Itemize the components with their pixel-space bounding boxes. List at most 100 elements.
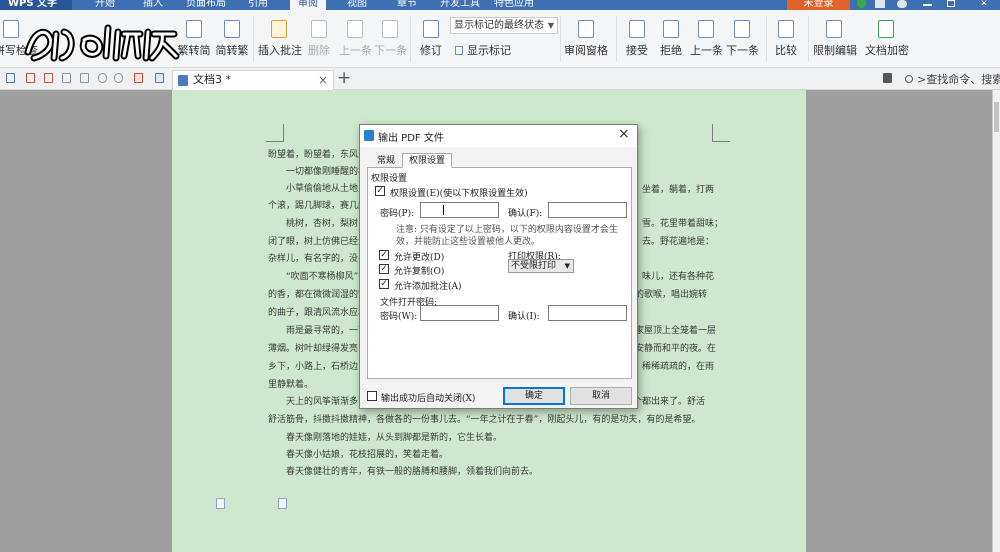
dialog-titlebar[interactable]: 输出 PDF 文件 × <box>360 125 637 147</box>
password-label: 密码(P): <box>380 209 415 219</box>
document-paragraph: 闭了眼，树上仿佛已经满 <box>268 237 368 247</box>
document-paragraph: 春天像健壮的青年，有铁一般的胳膊和腰脚，领着我们向前去。 <box>286 467 539 477</box>
document-paragraph: 小草偷偷地从土地里 <box>286 184 368 194</box>
insert-comment-button[interactable]: 插入批注 <box>258 10 302 66</box>
open-confirm-input[interactable] <box>548 305 627 321</box>
command-search[interactable]: >查找命令、搜索... <box>905 71 1000 87</box>
compare-button[interactable]: 比较 <box>771 10 801 66</box>
doc-encrypt-button[interactable]: 文档加密 <box>865 10 909 66</box>
menu-item-developer[interactable]: 开发工具 <box>440 0 480 9</box>
simp-to-trad-button[interactable]: 简转繁 <box>214 10 250 66</box>
menu-item-layout[interactable]: 页面布局 <box>186 0 226 9</box>
allow-copy-checkbox[interactable]: ✓ <box>379 264 389 274</box>
margin-corner-top-right <box>712 124 730 142</box>
minimize-panel-icon[interactable] <box>883 73 892 83</box>
accept-button[interactable]: 接受 <box>622 10 652 66</box>
ribbon-separator <box>616 16 617 62</box>
page-options-icon[interactable] <box>216 498 225 509</box>
menu-item-insert[interactable]: 插入 <box>143 0 163 9</box>
delete-comment-icon <box>311 20 327 38</box>
open-confirm-label: 确认(I): <box>508 312 540 322</box>
next-change-button[interactable]: 下一条 <box>726 10 759 66</box>
skin-icon[interactable] <box>875 0 885 8</box>
restore-icon[interactable] <box>947 0 955 7</box>
document-paragraph: “吹面不寒杨柳风” <box>286 272 359 282</box>
menu-item-review[interactable]: 审阅 <box>290 0 326 10</box>
document-paragraph: 杂样儿，有名字的，没名 <box>268 254 368 264</box>
document-icon <box>178 75 188 86</box>
new-tab-button[interactable]: + <box>337 68 351 88</box>
password-input[interactable] <box>420 202 499 218</box>
cloud-icon[interactable] <box>155 73 164 83</box>
watermark-logo-graphic <box>24 24 180 62</box>
revise-button[interactable]: 修订 <box>416 10 446 66</box>
export-pdf-dialog: 输出 PDF 文件 × 常规 权限设置 权限设置 ✓ 权限设置(E)(使以下权限… <box>359 124 638 409</box>
menu-item-references[interactable]: 引用 <box>248 0 268 9</box>
confirm-password-input[interactable] <box>548 202 627 218</box>
prev-comment-button[interactable]: 上一条 <box>339 10 372 66</box>
menu-item-chapter[interactable]: 章节 <box>397 0 417 9</box>
cancel-button[interactable]: 取消 <box>570 387 632 405</box>
menu-item-view[interactable]: 视图 <box>347 0 367 9</box>
dialog-close-icon[interactable]: × <box>618 126 630 142</box>
show-markup-button[interactable]: 显示标记 <box>455 42 511 58</box>
allow-annotate-label: 允许添加批注(A) <box>394 282 462 292</box>
print-permission-select[interactable]: 不受限打印 ▼ <box>508 259 574 273</box>
ribbon-separator <box>560 16 561 62</box>
delete-comment-button[interactable]: 删除 <box>303 10 335 66</box>
spell-check-icon <box>3 20 19 38</box>
margin-corner-top-left <box>266 124 284 142</box>
shield-icon[interactable] <box>857 0 866 8</box>
prev-change-button[interactable]: 上一条 <box>690 10 723 66</box>
close-tab-icon[interactable]: × <box>318 71 328 89</box>
prev-comment-icon <box>347 20 363 38</box>
export-pdf-icon[interactable] <box>44 73 53 83</box>
reject-icon <box>663 20 679 38</box>
scrollbar-thumb[interactable] <box>994 102 999 132</box>
document-paragraph: 个都出来了。舒活 <box>633 397 706 407</box>
minimize-icon[interactable] <box>923 4 932 6</box>
chevron-down-icon: ▼ <box>564 262 570 270</box>
comment-icon <box>271 20 287 38</box>
document-paragraph: 舒活筋骨，抖擞抖擞精神，各做各的一份事儿去。“一年之计在于春”，刚起头儿，有的是… <box>268 415 701 425</box>
next-comment-button[interactable]: 下一条 <box>374 10 407 66</box>
redo-icon[interactable] <box>114 73 123 83</box>
wps-logo-icon[interactable] <box>134 73 143 83</box>
undo-icon[interactable] <box>98 73 107 83</box>
document-tab-bar: 文档3 * × + >查找命令、搜索... <box>0 68 1000 90</box>
vertical-scrollbar[interactable] <box>992 90 1000 552</box>
allow-annotate-checkbox[interactable]: ✓ <box>379 279 389 289</box>
document-paragraph: 安静而和平的夜。在 <box>635 344 717 354</box>
allow-modify-checkbox[interactable]: ✓ <box>379 250 389 260</box>
enable-permissions-checkbox[interactable]: ✓ <box>375 186 385 196</box>
permissions-note: 注意: 只有设定了以上密码，以下的权限内容设置才会生效，并能防止这些设置被他人更… <box>396 225 618 247</box>
save-icon[interactable] <box>26 73 35 83</box>
trad-to-simp-icon <box>186 20 202 38</box>
document-paragraph: 春天像刚落地的娃娃，从头到脚都是新的，它生长着。 <box>286 433 503 443</box>
ribbon-separator <box>410 16 411 62</box>
menu-item-home[interactable]: 开始 <box>95 0 115 9</box>
close-window-icon[interactable]: ✕ <box>971 0 997 10</box>
paste-options-icon[interactable] <box>278 498 287 509</box>
tab-document3[interactable]: 文档3 * × <box>172 70 334 90</box>
right-gutter <box>806 90 992 552</box>
print-preview-icon[interactable] <box>80 73 89 83</box>
left-gutter <box>0 90 172 552</box>
auto-close-checkbox[interactable] <box>367 391 377 401</box>
app-menu-button[interactable]: WPS 文字 <box>0 0 72 10</box>
restrict-edit-button[interactable]: 限制编辑 <box>813 10 857 66</box>
document-paragraph: 乡下，小路上，石桥边， <box>268 362 368 372</box>
menu-item-features[interactable]: 特色应用 <box>494 0 534 9</box>
tab-general[interactable]: 常规 <box>370 153 402 168</box>
login-button[interactable]: 未登录 <box>787 0 850 10</box>
print-icon[interactable] <box>62 73 71 83</box>
help-icon[interactable] <box>897 0 907 8</box>
markup-state-select[interactable]: 显示标记的最终状态 ▼ <box>450 17 558 34</box>
tab-permissions[interactable]: 权限设置 <box>402 153 453 168</box>
dialog-app-icon <box>364 130 374 141</box>
open-password-input[interactable] <box>420 305 499 321</box>
ok-button[interactable]: 确定 <box>503 387 565 405</box>
review-pane-button[interactable]: 审阅窗格 <box>563 10 609 66</box>
wps-home-icon[interactable] <box>6 73 15 83</box>
reject-button[interactable]: 拒绝 <box>656 10 686 66</box>
